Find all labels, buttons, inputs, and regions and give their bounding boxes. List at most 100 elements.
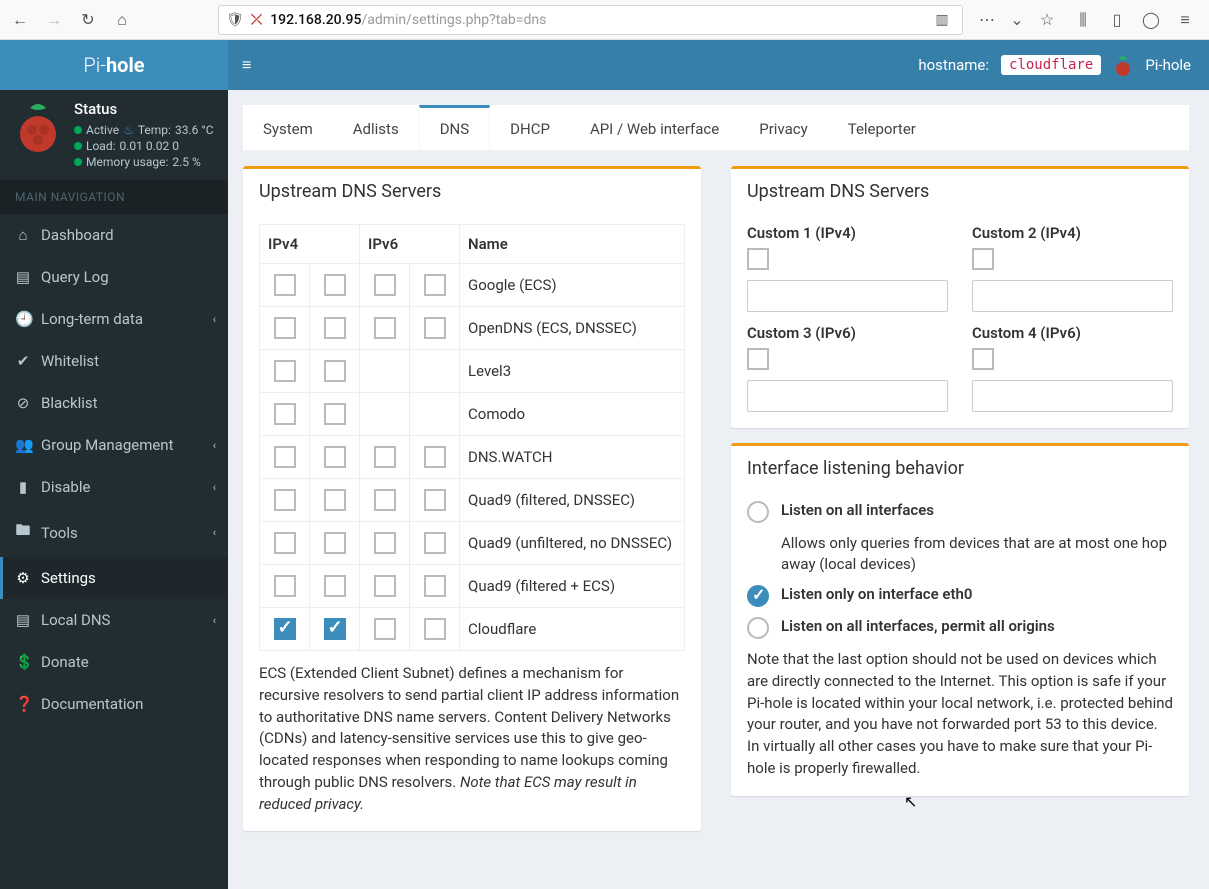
tab-system[interactable]: System: [243, 105, 333, 150]
interface-listening-box: Interface listening behavior Listen on a…: [731, 443, 1189, 796]
sidebar-icon[interactable]: ▯: [1105, 8, 1129, 32]
nav-icon: 💲: [15, 653, 31, 671]
dns-checkbox[interactable]: [274, 575, 296, 597]
listen-all-description: Allows only queries from devices that ar…: [781, 533, 1173, 575]
dns-checkbox[interactable]: [374, 274, 396, 296]
box-title: Upstream DNS Servers: [243, 169, 701, 214]
dns-checkbox[interactable]: [274, 403, 296, 425]
sidebar-item-long-term-data[interactable]: 🕘Long-term data‹: [0, 298, 228, 340]
sidebar-item-dashboard[interactable]: ⌂Dashboard: [0, 214, 228, 256]
custom-1-checkbox[interactable]: [747, 248, 769, 270]
dns-checkbox[interactable]: [374, 575, 396, 597]
nav-icon: ▤: [15, 611, 31, 629]
sidebar-item-settings[interactable]: ⚙Settings: [0, 557, 228, 599]
back-button[interactable]: ←: [6, 6, 34, 34]
dns-checkbox[interactable]: [324, 489, 346, 511]
sidebar-item-whitelist[interactable]: ✔Whitelist: [0, 340, 228, 382]
toggle-sidebar-button[interactable]: ≡: [228, 55, 265, 75]
custom-3-input[interactable]: [747, 380, 948, 412]
dns-checkbox[interactable]: [324, 446, 346, 468]
page-actions-icon[interactable]: ⋯: [975, 8, 999, 32]
pocket-icon[interactable]: ⌄: [1005, 8, 1029, 32]
home-button[interactable]: ⌂: [108, 6, 136, 34]
dns-checkbox[interactable]: [424, 317, 446, 339]
dns-checkbox[interactable]: [324, 575, 346, 597]
custom-4-input[interactable]: [972, 380, 1173, 412]
sidebar-item-donate[interactable]: 💲Donate: [0, 641, 228, 683]
dns-checkbox[interactable]: [324, 317, 346, 339]
status-block: Status Active ♨Temp: 33.6 °C Load: 0.01 …: [0, 90, 228, 180]
nav-icon: ⊘: [15, 394, 31, 412]
custom-1-input[interactable]: [747, 280, 948, 312]
nav-icon: 👥: [15, 436, 31, 454]
dns-checkbox[interactable]: [424, 489, 446, 511]
reload-button[interactable]: ↻: [74, 6, 102, 34]
sidebar-item-tools[interactable]: 🖿Tools‹: [0, 508, 228, 557]
tab-teleporter[interactable]: Teleporter: [828, 105, 936, 150]
forward-button[interactable]: →: [40, 6, 68, 34]
reader-mode-icon[interactable]: ▥: [930, 8, 954, 32]
dns-checkbox[interactable]: [374, 446, 396, 468]
dns-servers-table: IPv4 IPv6 Name Google (ECS)OpenDNS (ECS,…: [259, 224, 685, 651]
bookmark-star-icon[interactable]: ☆: [1035, 8, 1059, 32]
sidebar-item-blacklist[interactable]: ⊘Blacklist: [0, 382, 228, 424]
sidebar-item-disable[interactable]: ▮Disable‹: [0, 466, 228, 508]
custom-2-input[interactable]: [972, 280, 1173, 312]
dns-checkbox[interactable]: [374, 532, 396, 554]
dns-checkbox[interactable]: [324, 360, 346, 382]
dns-checkbox[interactable]: [324, 532, 346, 554]
dns-checkbox[interactable]: [274, 618, 296, 640]
custom-4-checkbox[interactable]: [972, 348, 994, 370]
listen-all-radio[interactable]: Listen on all interfaces: [747, 501, 1173, 523]
dns-checkbox[interactable]: [324, 618, 346, 640]
dns-checkbox[interactable]: [274, 360, 296, 382]
dns-checkbox[interactable]: [274, 274, 296, 296]
url-bar[interactable]: 🛡 ⤫ 192.168.20.95/admin/settings.php?tab…: [218, 5, 963, 35]
dns-checkbox[interactable]: [374, 317, 396, 339]
th-ipv6: IPv6: [360, 225, 460, 264]
dns-checkbox[interactable]: [424, 274, 446, 296]
dns-checkbox[interactable]: [424, 446, 446, 468]
sidebar-item-group-management[interactable]: 👥Group Management‹: [0, 424, 228, 466]
content: SystemAdlistsDNSDHCPAPI / Web interfaceP…: [228, 90, 1204, 889]
dns-checkbox[interactable]: [424, 575, 446, 597]
dns-checkbox[interactable]: [374, 618, 396, 640]
status-memory-line: Memory usage: 2.5 %: [74, 154, 214, 170]
library-icon[interactable]: ⫼: [1071, 8, 1095, 32]
custom-2-checkbox[interactable]: [972, 248, 994, 270]
nav-label: Tools: [41, 524, 78, 542]
table-row: DNS.WATCH: [260, 436, 685, 479]
sidebar-item-local-dns[interactable]: ▤Local DNS‹: [0, 599, 228, 641]
nav-icon: ▤: [15, 268, 31, 286]
dns-checkbox[interactable]: [324, 403, 346, 425]
account-icon[interactable]: ◯: [1139, 8, 1163, 32]
custom-dns-box: Upstream DNS Servers Custom 1 (IPv4) Cus…: [731, 166, 1189, 428]
sidebar-item-documentation[interactable]: ❓Documentation: [0, 683, 228, 725]
tab-dhcp[interactable]: DHCP: [490, 105, 570, 150]
sidebar: Status Active ♨Temp: 33.6 °C Load: 0.01 …: [0, 90, 228, 889]
menu-icon[interactable]: ≡: [1173, 8, 1197, 32]
dns-name: OpenDNS (ECS, DNSSEC): [460, 307, 685, 350]
dns-checkbox[interactable]: [374, 489, 396, 511]
custom-3-checkbox[interactable]: [747, 348, 769, 370]
dns-name: Quad9 (unfiltered, no DNSSEC): [460, 522, 685, 565]
dns-checkbox[interactable]: [274, 489, 296, 511]
listen-eth0-radio[interactable]: Listen only on interface eth0: [747, 585, 1173, 607]
tab-adlists[interactable]: Adlists: [333, 105, 419, 150]
tab-privacy[interactable]: Privacy: [739, 105, 827, 150]
nav-label: Query Log: [41, 268, 109, 286]
tab-api-web-interface[interactable]: API / Web interface: [570, 105, 739, 150]
tab-dns[interactable]: DNS: [419, 105, 490, 150]
dns-checkbox[interactable]: [274, 532, 296, 554]
mouse-cursor: ↖: [904, 792, 917, 811]
listen-permit-all-radio[interactable]: Listen on all interfaces, permit all ori…: [747, 617, 1173, 639]
dns-checkbox[interactable]: [424, 618, 446, 640]
dns-checkbox[interactable]: [274, 317, 296, 339]
box-title: Upstream DNS Servers: [731, 169, 1189, 214]
dns-checkbox[interactable]: [424, 532, 446, 554]
dns-checkbox[interactable]: [274, 446, 296, 468]
logo[interactable]: Pi-hole: [0, 40, 228, 90]
sidebar-item-query-log[interactable]: ▤ Query Log: [0, 256, 228, 298]
dns-checkbox[interactable]: [324, 274, 346, 296]
nav-icon: 🖿: [15, 520, 31, 545]
